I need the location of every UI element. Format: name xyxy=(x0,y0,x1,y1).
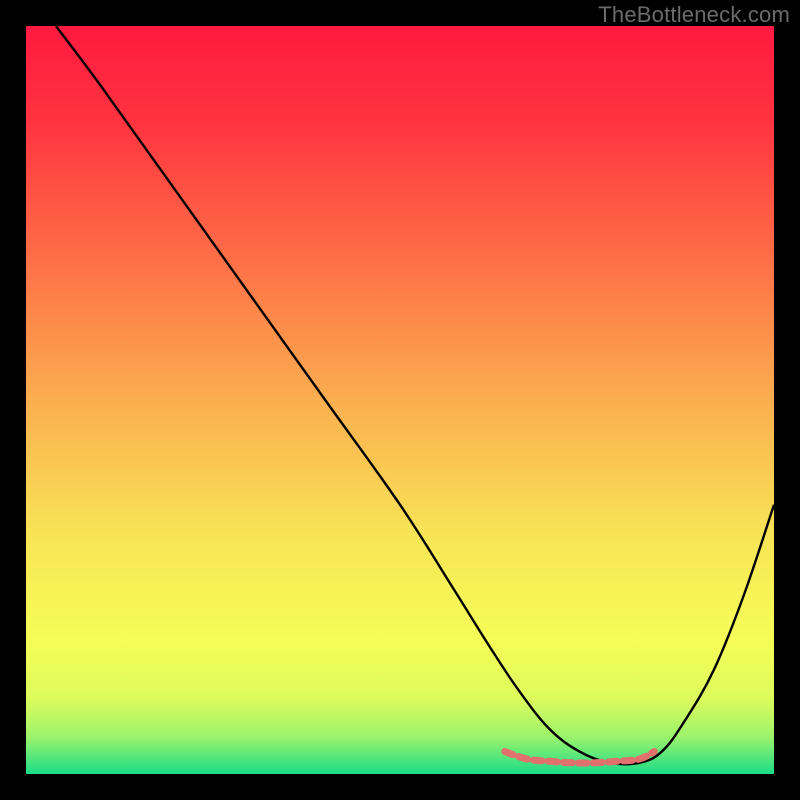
watermark-text: TheBottleneck.com xyxy=(598,2,790,28)
chart-frame: TheBottleneck.com xyxy=(0,0,800,800)
bottleneck-curve-chart xyxy=(0,0,800,800)
